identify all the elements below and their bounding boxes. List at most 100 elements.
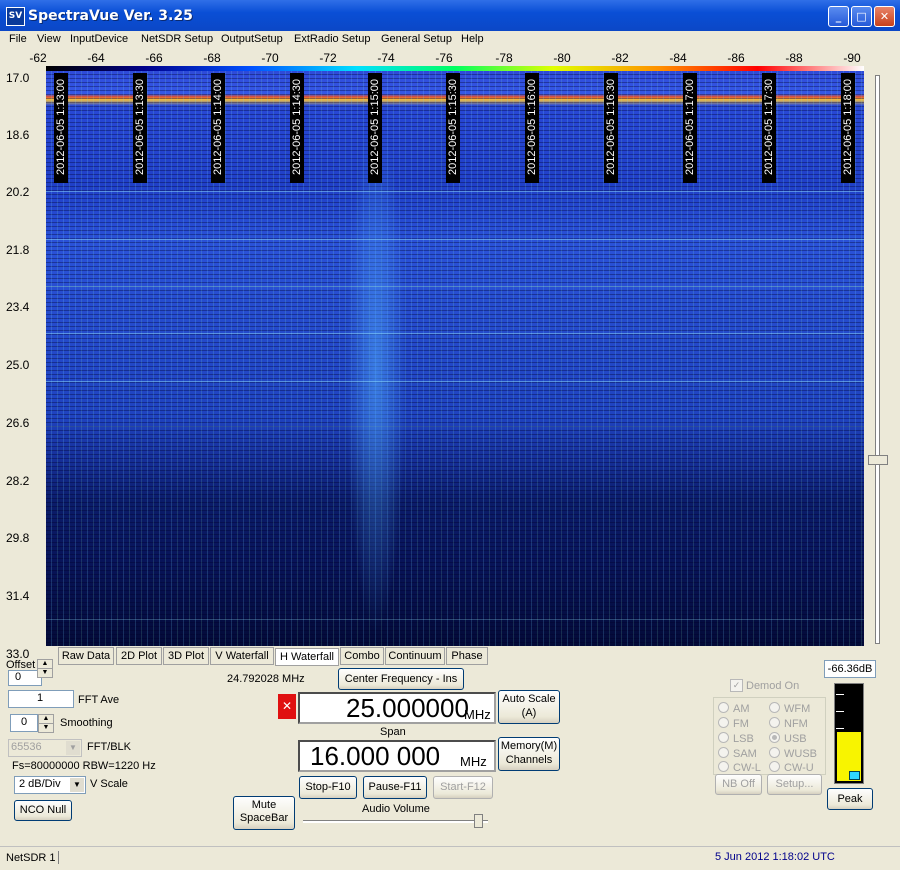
radio-cw-u[interactable]: CW-U bbox=[769, 761, 814, 774]
signal-level-readout: -66.36dB bbox=[824, 660, 876, 678]
timestamp-marker: 2012-06-05 1:16:30 bbox=[604, 73, 618, 183]
status-datetime: 5 Jun 2012 1:18:02 UTC bbox=[715, 851, 835, 863]
vertical-slider[interactable] bbox=[866, 71, 888, 646]
freq-tick-label: 23.4 bbox=[6, 300, 30, 314]
fft-ave-value: 1 bbox=[37, 692, 44, 704]
peak-button[interactable]: Peak bbox=[827, 788, 873, 810]
pause-button[interactable]: Pause-F11 bbox=[363, 776, 427, 799]
offset-spin-down[interactable]: ▼ bbox=[37, 668, 53, 678]
auto-scale-shortcut: (A) bbox=[521, 707, 537, 719]
minimize-button[interactable]: _ bbox=[828, 6, 849, 27]
span-label: Span bbox=[380, 726, 406, 738]
smoothing-input[interactable]: 0 bbox=[10, 714, 38, 732]
menu-file[interactable]: File bbox=[9, 33, 27, 45]
tab-combo[interactable]: Combo bbox=[340, 647, 384, 665]
db-tick-label: -80 bbox=[553, 51, 571, 65]
title-bar: SV SpectraVue Ver. 3.25 _ □ ✕ bbox=[0, 0, 900, 31]
timestamp-marker: 2012-06-05 1:17:30 bbox=[762, 73, 776, 183]
center-frequency-unit: MHz bbox=[464, 707, 491, 722]
menu-outputsetup[interactable]: OutputSetup bbox=[221, 33, 283, 45]
radio-fm[interactable]: FM bbox=[718, 717, 749, 730]
mute-button[interactable]: Mute SpaceBar bbox=[233, 796, 295, 830]
nco-null-button[interactable]: NCO Null bbox=[14, 800, 72, 821]
window-title: SpectraVue Ver. 3.25 bbox=[28, 8, 193, 24]
chevron-down-icon: ▼ bbox=[70, 778, 84, 792]
db-tick-label: -64 bbox=[87, 51, 105, 65]
freq-tick-label: 25.0 bbox=[6, 358, 30, 372]
signal-meter-marker bbox=[849, 771, 860, 780]
menu-inputdevice[interactable]: InputDevice bbox=[70, 33, 128, 45]
tab-v-waterfall[interactable]: V Waterfall bbox=[210, 647, 274, 665]
db-tick-label: -62 bbox=[29, 51, 47, 65]
radio-wusb[interactable]: WUSB bbox=[769, 747, 817, 760]
radio-usb[interactable]: USB bbox=[769, 732, 807, 745]
auto-scale-button[interactable]: Auto Scale (A) bbox=[498, 690, 560, 724]
radio-lsb[interactable]: LSB bbox=[718, 732, 754, 745]
timestamp-marker: 2012-06-05 1:13:30 bbox=[133, 73, 147, 183]
audio-volume-label: Audio Volume bbox=[362, 803, 430, 815]
memory-label: Memory(M) bbox=[500, 740, 558, 752]
center-frequency-input[interactable]: 25.000000 MHz bbox=[298, 692, 496, 724]
maximize-button[interactable]: □ bbox=[851, 6, 872, 27]
menu-general-setup[interactable]: General Setup bbox=[381, 33, 452, 45]
radio-wfm[interactable]: WFM bbox=[769, 702, 810, 715]
radio-cw-l[interactable]: CW-L bbox=[718, 761, 761, 774]
tab-continuum[interactable]: Continuum bbox=[385, 647, 445, 665]
demod-on-checkbox[interactable]: ✓ bbox=[730, 679, 743, 692]
device-status: NetSDR 1 bbox=[6, 852, 56, 864]
channels-label: Channels bbox=[505, 754, 553, 766]
menu-netsdr-setup[interactable]: NetSDR Setup bbox=[141, 33, 213, 45]
waterfall-display[interactable]: 2012-06-05 1:13:00 2012-06-05 1:13:30 20… bbox=[46, 71, 864, 646]
db-tick-label: -68 bbox=[203, 51, 221, 65]
radio-nfm[interactable]: NFM bbox=[769, 717, 808, 730]
tab-2d-plot[interactable]: 2D Plot bbox=[116, 647, 162, 665]
cursor-frequency-readout: 24.792028 MHz bbox=[227, 673, 305, 685]
tab-3d-plot[interactable]: 3D Plot bbox=[163, 647, 209, 665]
memory-channels-button[interactable]: Memory(M) Channels bbox=[498, 737, 560, 771]
vscale-select[interactable]: 2 dB/Div ▼ bbox=[14, 776, 86, 794]
start-button[interactable]: Start-F12 bbox=[433, 776, 493, 799]
tab-raw-data[interactable]: Raw Data bbox=[58, 647, 114, 665]
center-frequency-value: 25.000000 bbox=[346, 693, 469, 723]
timestamp-marker: 2012-06-05 1:14:00 bbox=[211, 73, 225, 183]
freq-tick-label: 20.2 bbox=[6, 185, 30, 199]
fft-blk-select[interactable]: 65536 ▼ bbox=[8, 739, 82, 757]
fs-rbw-readout: Fs=80000000 RBW=1220 Hz bbox=[12, 760, 156, 772]
app-icon: SV bbox=[6, 7, 25, 26]
radio-am[interactable]: AM bbox=[718, 702, 750, 715]
db-tick-label: -78 bbox=[495, 51, 513, 65]
menu-help[interactable]: Help bbox=[461, 33, 484, 45]
menu-bar: File View InputDevice NetSDR Setup Outpu… bbox=[0, 31, 900, 49]
demod-on-label: Demod On bbox=[746, 680, 800, 692]
db-tick-label: -72 bbox=[319, 51, 337, 65]
db-tick-label: -66 bbox=[145, 51, 163, 65]
audio-volume-slider-thumb[interactable] bbox=[474, 814, 483, 828]
close-button[interactable]: ✕ bbox=[874, 6, 895, 27]
db-tick-label: -76 bbox=[435, 51, 453, 65]
freq-tick-label: 21.8 bbox=[6, 243, 30, 257]
span-input[interactable]: 16.000 000 MHz bbox=[298, 740, 496, 772]
demod-setup-button[interactable]: Setup... bbox=[767, 774, 822, 795]
fft-blk-value: 65536 bbox=[11, 741, 42, 753]
fft-blk-label: FFT/BLK bbox=[87, 741, 132, 753]
slider-thumb[interactable] bbox=[868, 455, 888, 465]
timestamp-marker: 2012-06-05 1:15:30 bbox=[446, 73, 460, 183]
radio-sam[interactable]: SAM bbox=[718, 747, 757, 760]
tab-phase[interactable]: Phase bbox=[446, 647, 488, 665]
menu-extradio-setup[interactable]: ExtRadio Setup bbox=[294, 33, 370, 45]
freq-tick-label: 29.8 bbox=[6, 531, 30, 545]
nb-off-button[interactable]: NB Off bbox=[715, 774, 762, 795]
db-tick-label: -70 bbox=[261, 51, 279, 65]
fft-ave-input[interactable]: 1 bbox=[8, 690, 74, 708]
audio-volume-slider-track[interactable] bbox=[303, 820, 488, 823]
center-frequency-button[interactable]: Center Frequency - Ins bbox=[338, 668, 464, 690]
offset-value: 0 bbox=[15, 671, 22, 683]
stop-button[interactable]: Stop-F10 bbox=[299, 776, 357, 799]
freq-tick-label: 28.2 bbox=[6, 474, 30, 488]
demod-mode-group: AM FM LSB SAM CW-L WFM NFM USB WUSB CW-U bbox=[713, 697, 826, 775]
menu-view[interactable]: View bbox=[37, 33, 61, 45]
status-bar: NetSDR 1 5 Jun 2012 1:18:02 UTC bbox=[0, 846, 900, 870]
tab-h-waterfall[interactable]: H Waterfall bbox=[275, 648, 339, 666]
timestamp-marker: 2012-06-05 1:18:00 bbox=[841, 73, 855, 183]
smoothing-spin-down[interactable]: ▼ bbox=[38, 723, 54, 733]
